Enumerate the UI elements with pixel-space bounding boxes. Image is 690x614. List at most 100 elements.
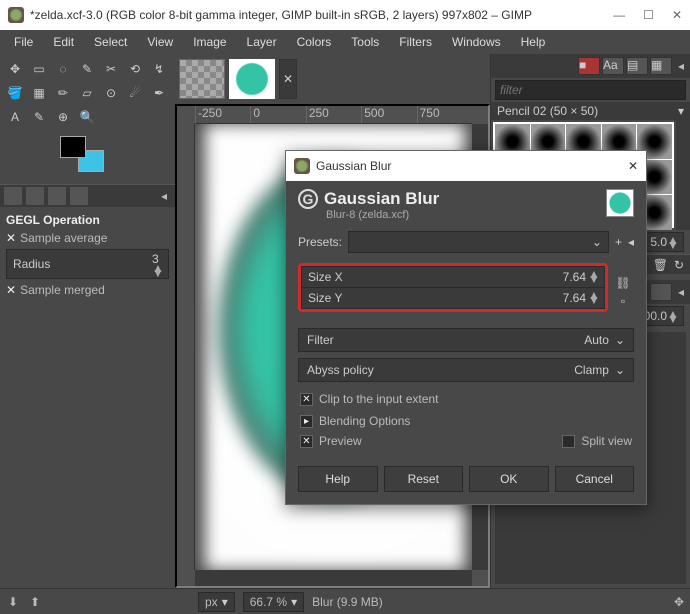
tab-icon[interactable] bbox=[4, 187, 22, 205]
tab-icon[interactable]: ▤ bbox=[626, 57, 648, 75]
fuzzy-select-tool[interactable]: ✎ bbox=[76, 58, 98, 80]
tab-icon[interactable] bbox=[48, 187, 66, 205]
gegl-title: GEGL Operation bbox=[6, 211, 169, 229]
close-icon[interactable]: ✕ bbox=[6, 231, 16, 245]
bucket-tool[interactable]: 🪣 bbox=[4, 82, 26, 104]
size-x-input[interactable]: Size X 7.64▲▼ bbox=[301, 266, 605, 288]
filter-input[interactable] bbox=[495, 80, 686, 100]
fg-bg-colors[interactable] bbox=[60, 136, 110, 176]
menu-edit[interactable]: Edit bbox=[45, 33, 82, 51]
fg-color[interactable] bbox=[60, 136, 86, 158]
dialog-titlebar[interactable]: Gaussian Blur ✕ bbox=[286, 151, 646, 181]
split-checkbox[interactable] bbox=[562, 435, 575, 448]
menu-tools[interactable]: Tools bbox=[343, 33, 387, 51]
menu-select[interactable]: Select bbox=[86, 33, 135, 51]
dock-menu-icon[interactable]: ◂ bbox=[674, 285, 688, 299]
minimize-button[interactable]: — bbox=[613, 8, 625, 22]
brush-menu-icon[interactable]: ▾ bbox=[678, 104, 684, 118]
chevron-down-icon: ⌄ bbox=[615, 333, 625, 347]
dialog-heading: Gaussian Blur bbox=[324, 189, 439, 209]
ruler-tick: 250 bbox=[306, 106, 361, 123]
zoom-tool[interactable]: 🔍 bbox=[76, 106, 98, 128]
menu-windows[interactable]: Windows bbox=[444, 33, 509, 51]
gradient-tool[interactable]: ▦ bbox=[28, 82, 50, 104]
close-tab-button[interactable]: ✕ bbox=[279, 59, 297, 99]
image-tab[interactable] bbox=[229, 59, 275, 99]
clip-checkbox-row[interactable]: ✕ Clip to the input extent bbox=[298, 388, 634, 410]
clone-tool[interactable]: ⊙ bbox=[100, 82, 122, 104]
tab-icon[interactable] bbox=[70, 187, 88, 205]
menu-view[interactable]: View bbox=[139, 33, 181, 51]
unit-icon[interactable]: ▫ bbox=[621, 294, 625, 308]
image-tabs: ✕ bbox=[175, 54, 490, 104]
close-button[interactable]: ✕ bbox=[672, 8, 682, 22]
move-tool[interactable]: ✥ bbox=[4, 58, 26, 80]
help-button[interactable]: Help bbox=[298, 466, 378, 492]
nav-down-icon[interactable]: ⬇ bbox=[6, 595, 20, 609]
abyss-value: Clamp bbox=[574, 363, 609, 377]
split-checkbox-row[interactable]: Split view bbox=[562, 434, 632, 448]
tab-icon[interactable]: Aa bbox=[602, 57, 624, 75]
ok-button[interactable]: OK bbox=[469, 466, 549, 492]
ruler-tick: 750 bbox=[417, 106, 472, 123]
add-preset-button[interactable]: + bbox=[615, 235, 622, 249]
brush-tool[interactable]: ✏ bbox=[52, 82, 74, 104]
radius-slider[interactable]: Radius 3▲▼ bbox=[6, 249, 169, 279]
path-tool[interactable]: ✒ bbox=[148, 82, 170, 104]
free-select-tool[interactable]: ◌ bbox=[52, 58, 74, 80]
brush-scrollbar[interactable] bbox=[676, 120, 690, 230]
close-icon[interactable]: ✕ bbox=[6, 283, 16, 297]
preview-checkbox[interactable]: ✕ bbox=[300, 435, 313, 448]
clip-checkbox[interactable]: ✕ bbox=[300, 393, 313, 406]
menu-layer[interactable]: Layer bbox=[239, 33, 285, 51]
menu-filters[interactable]: Filters bbox=[391, 33, 440, 51]
reset-button[interactable]: Reset bbox=[384, 466, 464, 492]
rect-select-tool[interactable]: ▭ bbox=[28, 58, 50, 80]
tab-icon[interactable] bbox=[26, 187, 44, 205]
tab-icon[interactable]: ▦ bbox=[650, 57, 672, 75]
color-picker-tool[interactable]: ✎ bbox=[28, 106, 50, 128]
size-y-input[interactable]: Size Y 7.64▲▼ bbox=[301, 288, 605, 309]
zoom-value: 66.7 % bbox=[250, 595, 287, 609]
warp-tool[interactable]: ↯ bbox=[148, 58, 170, 80]
link-icon[interactable]: ⛓ bbox=[615, 276, 630, 290]
split-label: Split view bbox=[581, 434, 632, 448]
filter-select[interactable]: Filter Auto⌄ bbox=[298, 328, 634, 352]
dialog-close-button[interactable]: ✕ bbox=[628, 159, 638, 173]
eraser-tool[interactable]: ▱ bbox=[76, 82, 98, 104]
refresh-icon[interactable]: ↻ bbox=[674, 258, 684, 272]
toolbox: ✥ ▭ ◌ ✎ ✂ ⟲ ↯ 🪣 ▦ ✏ ▱ ⊙ ☄ ✒ A ✎ ⊕ 🔍 bbox=[0, 54, 175, 132]
unit-select[interactable]: px▾ bbox=[198, 592, 235, 612]
dialog-title: Gaussian Blur bbox=[316, 159, 628, 173]
menu-colors[interactable]: Colors bbox=[289, 33, 340, 51]
tab-icon[interactable] bbox=[650, 283, 672, 301]
nav-up-icon[interactable]: ⬆ bbox=[28, 595, 42, 609]
preset-menu-button[interactable]: ◂ bbox=[628, 235, 634, 249]
presets-select[interactable]: ⌄ bbox=[348, 231, 609, 253]
transform-tool[interactable]: ⟲ bbox=[124, 58, 146, 80]
dock-menu-icon[interactable]: ◂ bbox=[157, 189, 171, 203]
cancel-button[interactable]: Cancel bbox=[555, 466, 635, 492]
preview-checkbox-row[interactable]: ✕ Preview bbox=[300, 434, 362, 448]
horizontal-scrollbar[interactable] bbox=[195, 570, 472, 586]
blending-expand-row[interactable]: ▸ Blending Options bbox=[298, 410, 634, 432]
del-icon[interactable]: 🗑 bbox=[653, 258, 668, 272]
menu-image[interactable]: Image bbox=[185, 33, 234, 51]
crop-tool[interactable]: ✂ bbox=[100, 58, 122, 80]
gaussian-blur-dialog: Gaussian Blur ✕ GGaussian Blur Blur-8 (z… bbox=[285, 150, 647, 505]
tab-icon[interactable]: ■ bbox=[578, 57, 600, 75]
blending-expand[interactable]: ▸ bbox=[300, 415, 313, 428]
preview-thumbnail bbox=[606, 189, 634, 217]
smudge-tool[interactable]: ☄ bbox=[124, 82, 146, 104]
measure-tool[interactable]: ⊕ bbox=[52, 106, 74, 128]
abyss-select[interactable]: Abyss policy Clamp⌄ bbox=[298, 358, 634, 382]
zoom-select[interactable]: 66.7 %▾ bbox=[243, 592, 304, 612]
image-tab[interactable] bbox=[179, 59, 225, 99]
dock-menu-icon[interactable]: ◂ bbox=[674, 59, 688, 73]
text-tool[interactable]: A bbox=[4, 106, 26, 128]
menu-help[interactable]: Help bbox=[513, 33, 554, 51]
menu-file[interactable]: File bbox=[6, 33, 41, 51]
nav-icon[interactable]: ✥ bbox=[674, 595, 684, 609]
size-x-label: Size X bbox=[308, 270, 343, 284]
maximize-button[interactable]: ☐ bbox=[643, 8, 654, 22]
